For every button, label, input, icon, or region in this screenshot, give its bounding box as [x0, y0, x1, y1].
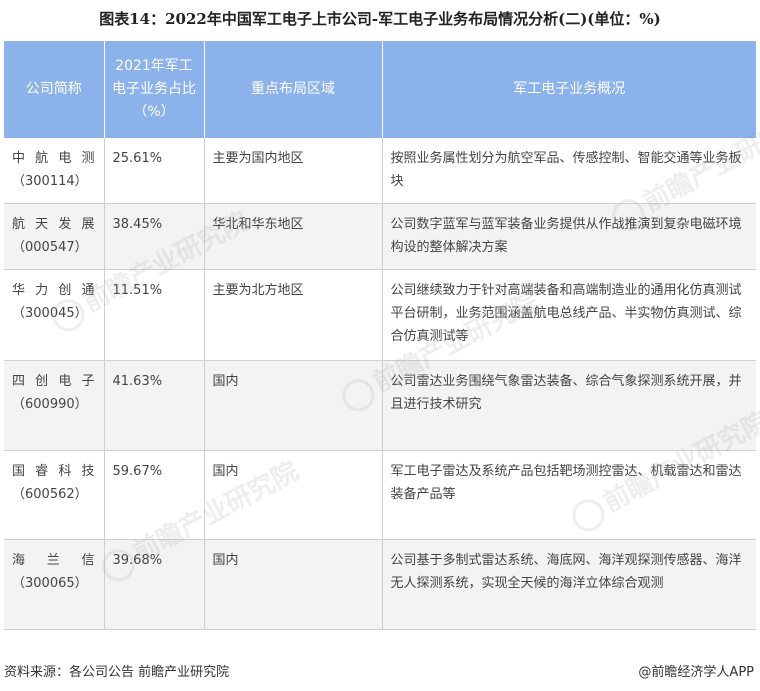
region-cell: 国内	[203, 360, 382, 451]
brand-note: @前瞻经济学人APP	[638, 665, 754, 680]
region-cell: 华北和华东地区	[203, 203, 382, 270]
company-name: 海兰信	[12, 552, 96, 568]
header-share: 2021年军工电子业务占比（%）	[103, 41, 204, 138]
company-cell: 华力创通 （300045）	[4, 269, 104, 361]
share-cell: 41.63%	[103, 360, 204, 451]
table-row: 国睿科技 （600562） 59.67% 国内 军工电子雷达及系统产品包括靶场测控…	[4, 450, 756, 540]
overview-cell: 公司数字蓝军与蓝军装备业务提供从作战推演到复杂电磁环境构设的整体解决方案	[381, 203, 756, 270]
region-cell: 主要为北方地区	[203, 269, 382, 361]
company-name: 国睿科技	[12, 463, 96, 479]
region-cell: 国内	[203, 450, 382, 540]
table-row: 航天发展 （000547） 38.45% 华北和华东地区 公司数字蓝军与蓝军装备业…	[4, 203, 756, 270]
table-title: 图表14：2022年中国军工电子上市公司-军工电子业务布局情况分析(二)(单位：…	[99, 10, 661, 28]
share-cell: 38.45%	[103, 203, 204, 270]
header-company: 公司简称	[4, 41, 104, 138]
table-row: 中航电测 （300114） 25.61% 主要为国内地区 按照业务属性划分为航空军…	[4, 138, 756, 204]
company-name: 华力创通	[12, 282, 96, 298]
table-row: 四创电子 （600990） 41.63% 国内 公司雷达业务围绕气象雷达装备、综合…	[4, 360, 756, 451]
share-cell: 25.61%	[103, 138, 204, 204]
header-row: 公司简称 2021年军工电子业务占比（%） 重点布局区域 军工电子业务概况	[4, 41, 756, 138]
company-name: 中航电测	[12, 151, 96, 166]
table-row: 华力创通 （300045） 11.51% 主要为北方地区 公司继续致力于针对高端装…	[4, 269, 756, 361]
overview-cell: 公司雷达业务围绕气象雷达装备、综合气象探测系统开展，并且进行技术研究	[381, 360, 756, 451]
company-code: （600562）	[12, 486, 88, 502]
company-name: 航天发展	[12, 216, 96, 232]
share-cell: 39.68%	[103, 539, 204, 630]
company-code: （300065）	[12, 575, 88, 591]
source-note: 资料来源：各公司公告 前瞻产业研究院	[4, 665, 230, 680]
company-cell: 海兰信 （300065）	[4, 539, 104, 630]
business-layout-table: 公司简称 2021年军工电子业务占比（%） 重点布局区域 军工电子业务概况 中航…	[4, 41, 756, 630]
header-overview: 军工电子业务概况	[381, 41, 756, 138]
region-cell: 国内	[203, 539, 382, 630]
overview-cell: 公司基于多制式雷达系统、海底网、海洋观探测传感器、海洋无人探测系统，实现全天候的…	[381, 539, 756, 630]
table-row: 海兰信 （300065） 39.68% 国内 公司基于多制式雷达系统、海底网、海洋…	[4, 539, 756, 630]
share-cell: 59.67%	[103, 450, 204, 540]
company-cell: 国睿科技 （600562）	[4, 450, 104, 540]
region-cell: 主要为国内地区	[203, 138, 382, 204]
overview-cell: 公司继续致力于针对高端装备和高端制造业的通用化仿真测试平台研制，业务范围涵盖航电…	[381, 269, 756, 361]
company-cell: 航天发展 （000547）	[4, 203, 104, 270]
company-code: （600990）	[12, 396, 88, 412]
company-code: （000547）	[12, 239, 88, 255]
overview-cell: 军工电子雷达及系统产品包括靶场测控雷达、机载雷达和雷达装备产品等	[381, 450, 756, 540]
company-code: （300114）	[12, 174, 88, 189]
company-code: （300045）	[12, 305, 88, 321]
company-cell: 四创电子 （600990）	[4, 360, 104, 451]
share-cell: 11.51%	[103, 269, 204, 361]
header-region: 重点布局区域	[203, 41, 382, 138]
company-name: 四创电子	[12, 373, 96, 389]
overview-cell: 按照业务属性划分为航空军品、传感控制、智能交通等业务板块	[381, 138, 756, 204]
company-cell: 中航电测 （300114）	[4, 138, 104, 204]
